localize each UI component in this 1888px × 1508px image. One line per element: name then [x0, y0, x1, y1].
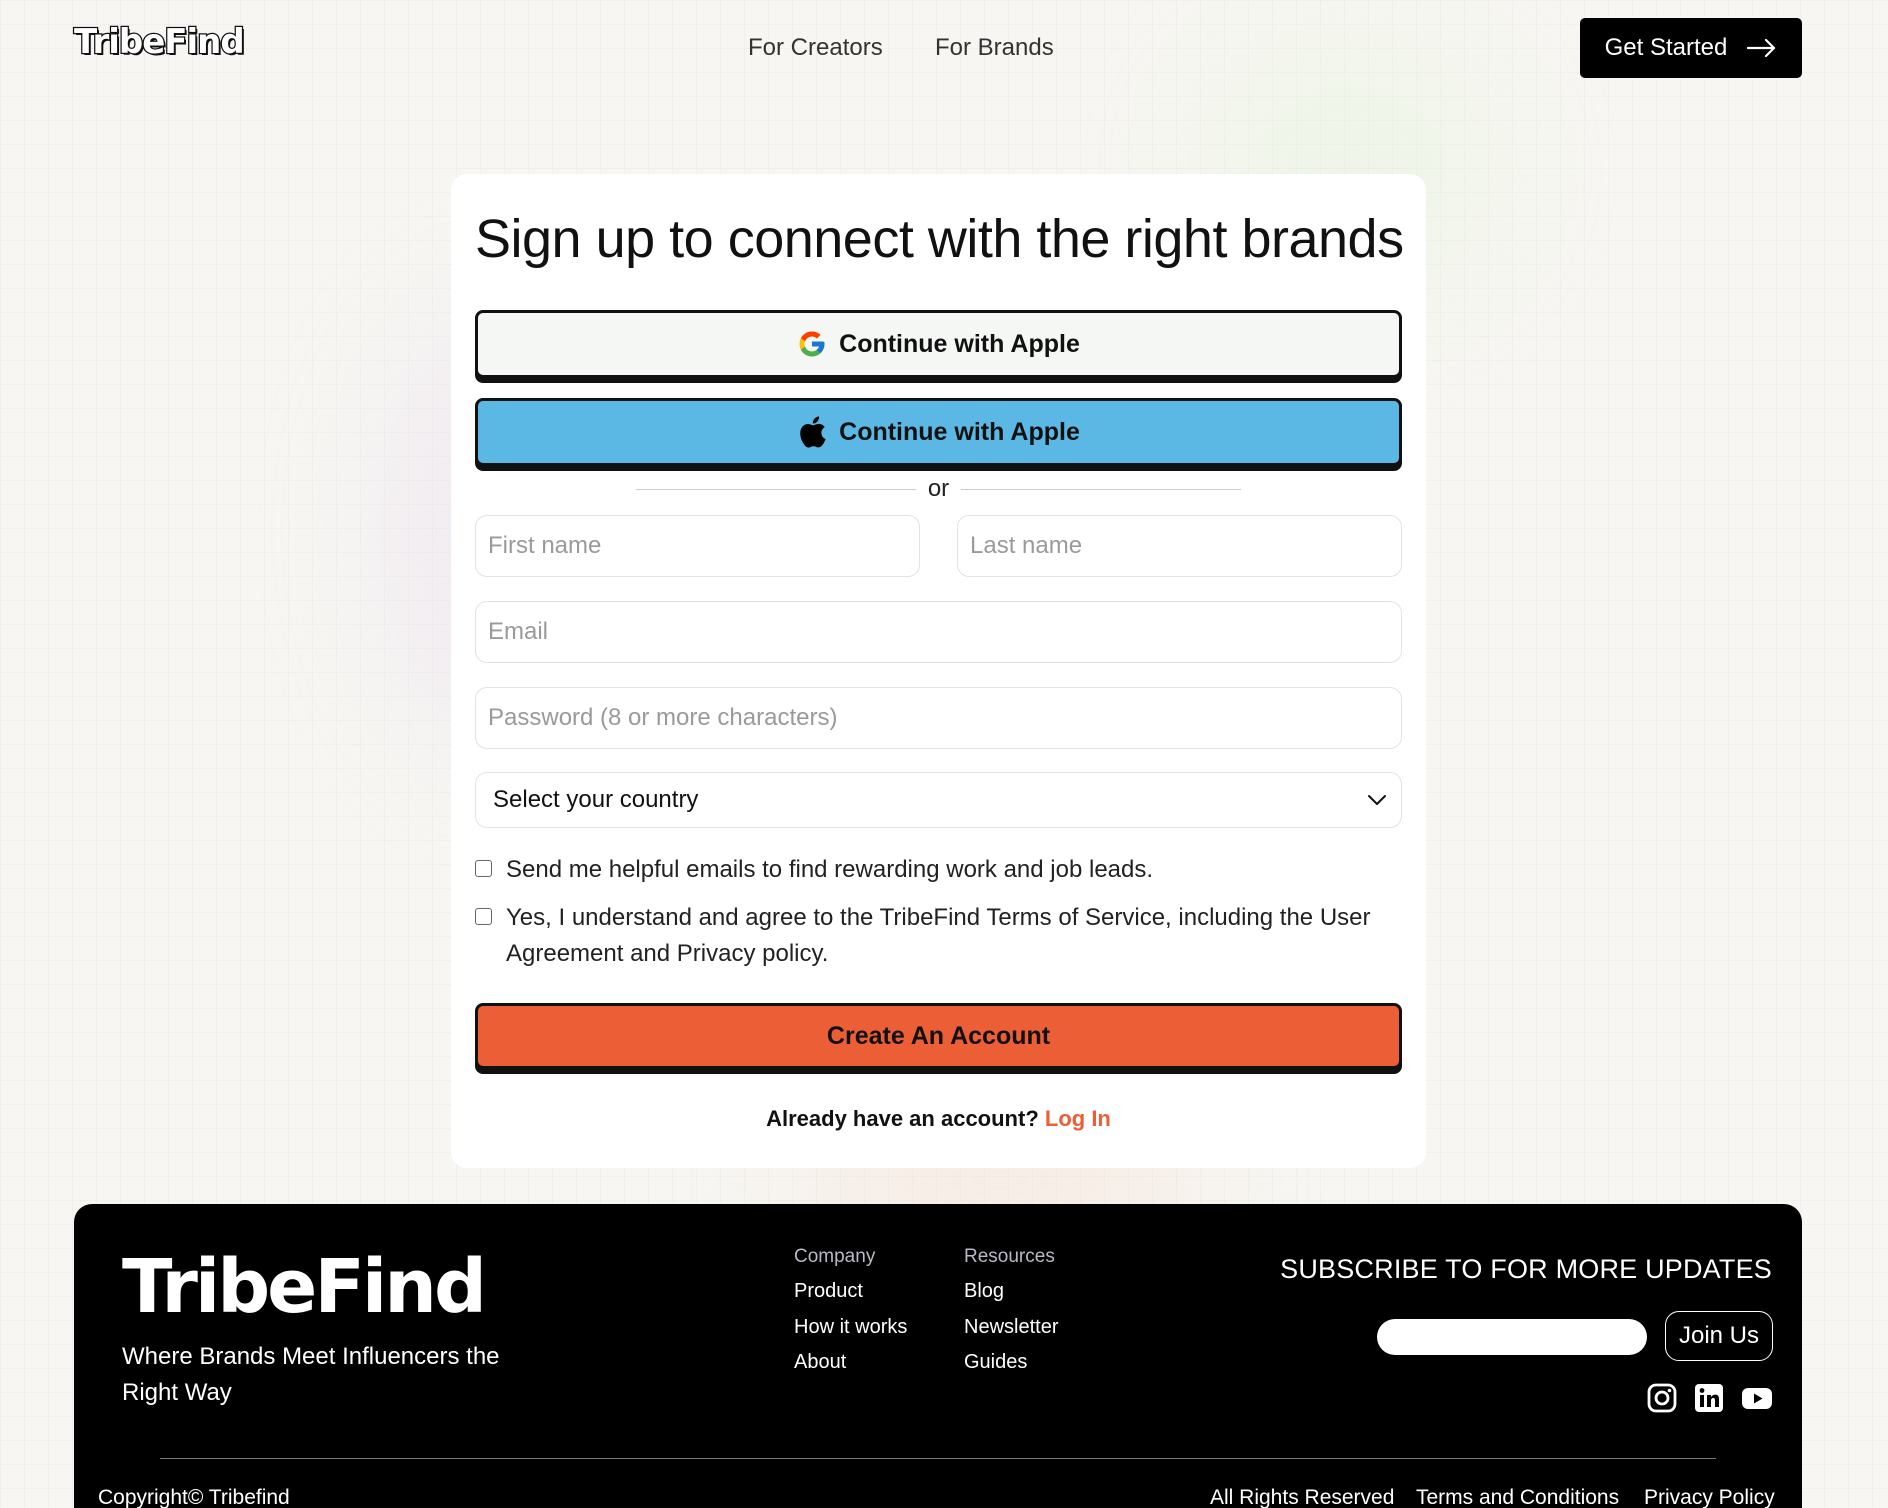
country-select[interactable]: Select your country [475, 772, 1402, 828]
terms-consent-label: Yes, I understand and agree to the Tribe… [506, 904, 1371, 967]
country-select-value: Select your country [493, 786, 699, 813]
copyright-text: Copyright© Tribefind [98, 1486, 290, 1508]
footer-link-newsletter[interactable]: Newsletter [964, 1316, 1058, 1339]
arrow-right-icon [1747, 38, 1776, 58]
divider-line [961, 488, 1241, 490]
resources-heading: Resources [964, 1246, 1055, 1267]
join-us-button[interactable]: Join Us [1665, 1311, 1773, 1361]
password-field[interactable] [475, 687, 1402, 749]
footer-logo-text: TribeFind [121, 1243, 489, 1332]
password-input[interactable] [488, 704, 1401, 732]
google-signin-button[interactable]: Continue with Apple [475, 310, 1402, 378]
signup-title: Sign up to connect with the right brands [475, 209, 1404, 269]
subscribe-email-input[interactable] [1377, 1319, 1647, 1355]
already-have-account-text: Already have an account? [766, 1106, 1039, 1131]
footer-link-guides[interactable]: Guides [964, 1351, 1027, 1374]
get-started-label: Get Started [1604, 34, 1728, 61]
divider-line [636, 488, 916, 490]
footer-tagline: Where Brands Meet Influencers the Right … [122, 1343, 500, 1406]
site-footer: TribeFind Where Brands Meet Influencers … [74, 1204, 1802, 1508]
apple-signin-label: Continue with Apple [839, 417, 1080, 446]
google-icon [799, 331, 825, 357]
login-link[interactable]: Log In [1045, 1106, 1111, 1131]
nav-for-brands[interactable]: For Brands [935, 34, 1054, 62]
footer-link-blog[interactable]: Blog [964, 1280, 1004, 1303]
apple-icon [800, 416, 826, 448]
instagram-icon[interactable] [1646, 1382, 1678, 1414]
rights-text: All Rights Reserved [1210, 1486, 1395, 1508]
get-started-button[interactable]: Get Started [1580, 18, 1802, 78]
first-name-field[interactable] [475, 515, 920, 577]
footer-link-about[interactable]: About [794, 1351, 846, 1374]
login-prompt: Already have an account? Log In [451, 1106, 1426, 1132]
create-account-button[interactable]: Create An Account [475, 1003, 1402, 1069]
company-heading: Company [794, 1246, 876, 1267]
chevron-down-icon [1368, 795, 1386, 805]
google-signin-label: Continue with Apple [839, 329, 1080, 358]
footer-link-how-it-works[interactable]: How it works [794, 1316, 907, 1339]
footer-divider [160, 1458, 1716, 1459]
signup-card: Sign up to connect with the right brands… [451, 174, 1426, 1168]
email-field[interactable] [475, 601, 1402, 663]
terms-consent-row: Yes, I understand and agree to the Tribe… [475, 900, 1402, 972]
divider-or-text: or [927, 475, 950, 502]
apple-signin-button[interactable]: Continue with Apple [475, 398, 1402, 466]
or-divider: or [636, 474, 1241, 504]
footer-link-product[interactable]: Product [794, 1280, 863, 1303]
linkedin-icon[interactable] [1693, 1382, 1725, 1414]
email-input[interactable] [488, 618, 1401, 646]
youtube-icon[interactable] [1741, 1382, 1773, 1414]
create-account-label: Create An Account [826, 1021, 1051, 1050]
last-name-input[interactable] [970, 532, 1401, 560]
footer-logo[interactable]: TribeFind [121, 1243, 489, 1332]
subscribe-heading: SUBSCRIBE TO FOR MORE UPDATES [1280, 1254, 1772, 1284]
emails-consent-row: Send me helpful emails to find rewarding… [475, 852, 1402, 888]
terms-consent-checkbox[interactable] [475, 908, 492, 925]
terms-link[interactable]: Terms and Conditions [1416, 1486, 1619, 1508]
site-logo[interactable]: TribeFind [73, 21, 246, 64]
last-name-field[interactable] [957, 515, 1402, 577]
nav-for-creators[interactable]: For Creators [748, 34, 883, 62]
privacy-link[interactable]: Privacy Policy [1644, 1486, 1775, 1508]
first-name-input[interactable] [488, 532, 919, 560]
emails-consent-label: Send me helpful emails to find rewarding… [506, 856, 1154, 883]
emails-consent-checkbox[interactable] [475, 860, 492, 877]
site-header: TribeFind For Creators For Brands Get St… [0, 0, 1888, 100]
